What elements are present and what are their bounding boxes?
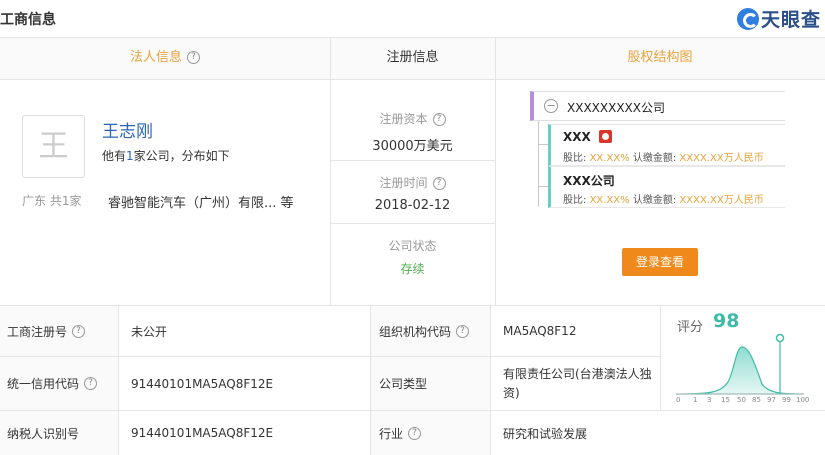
company-type-value: 有限责任公司(台港澳法人独资) bbox=[503, 366, 652, 400]
taxpayer-id-value: 91440101MA5AQ8F12E bbox=[131, 426, 274, 440]
desc-prefix: 他有 bbox=[102, 149, 127, 163]
shareholder-meta: 股比: XX.XX% 认缴金额: XXXX.XX万人民币 bbox=[563, 195, 764, 206]
status-label: 公司状态 bbox=[388, 239, 437, 253]
time-label: 注册时间? bbox=[330, 174, 495, 191]
section-title: 工商信息 bbox=[0, 12, 56, 28]
credit-code-value: 91440101MA5AQ8F12E bbox=[131, 376, 274, 391]
tab-equity-label: 股权结构图 bbox=[627, 50, 693, 65]
company-type-label: 公司类型 bbox=[371, 357, 490, 410]
capital-label: 注册资本? bbox=[330, 110, 495, 127]
help-icon[interactable]: ? bbox=[432, 113, 446, 126]
tree-connector bbox=[538, 144, 548, 145]
tree-connector bbox=[538, 186, 548, 187]
divider bbox=[495, 38, 496, 305]
tab-equity-structure[interactable]: 股权结构图 bbox=[495, 38, 825, 79]
help-icon[interactable]: ? bbox=[187, 51, 200, 64]
root-company-name: XXXXXXXXX公司 bbox=[567, 101, 665, 115]
axis-tick: 100 bbox=[796, 396, 810, 404]
company-count: 1 bbox=[126, 149, 134, 163]
help-icon[interactable]: ? bbox=[408, 426, 422, 440]
logo-text: 天眼查 bbox=[760, 9, 821, 31]
divider bbox=[330, 160, 495, 161]
axis-tick: 1 bbox=[693, 396, 698, 404]
shareholder-name: XXX公司 bbox=[563, 174, 615, 188]
seal-icon bbox=[599, 130, 612, 143]
related-company-link[interactable]: 睿驰智能汽车（广州）有限... 等 bbox=[108, 192, 294, 211]
header-bar: 工商信息 天眼查 bbox=[0, 0, 825, 38]
tianyancha-logo[interactable]: 天眼查 bbox=[736, 5, 821, 32]
axis-tick: 97 bbox=[767, 396, 776, 404]
shareholder-node[interactable]: XXX公司 股比: XX.XX% 认缴金额: XXXX.XX万人民币 bbox=[548, 166, 785, 208]
score-distribution-chart bbox=[675, 333, 805, 395]
reg-number-value: 未公开 bbox=[131, 324, 168, 339]
help-icon[interactable]: ? bbox=[432, 177, 446, 190]
tab-legal-label: 法人信息 bbox=[129, 50, 182, 65]
axis-tick: 0 bbox=[676, 396, 681, 404]
score-value: 98 bbox=[713, 310, 740, 332]
reg-number-label: 工商注册号? bbox=[0, 306, 118, 356]
shareholder-meta: 股比: XX.XX% 认缴金额: XXXX.XX万人民币 bbox=[563, 153, 764, 164]
avatar: 王 bbox=[22, 115, 85, 178]
shareholder-name: XXX bbox=[563, 130, 591, 144]
login-view-button[interactable]: 登录查看 bbox=[622, 248, 698, 276]
help-icon[interactable]: ? bbox=[84, 377, 98, 390]
org-code-value: MA5AQ8F12 bbox=[503, 324, 577, 338]
tab-legal-info[interactable]: 法人信息? bbox=[0, 38, 330, 79]
logo-icon bbox=[736, 7, 759, 30]
collapse-icon[interactable]: − bbox=[544, 99, 558, 113]
region-label: 广东 共1家 bbox=[22, 194, 82, 208]
divider bbox=[330, 223, 495, 224]
help-icon[interactable]: ? bbox=[456, 324, 470, 338]
legal-person-name[interactable]: 王志刚 bbox=[102, 117, 153, 142]
tab-registration-info[interactable]: 注册信息 bbox=[330, 38, 495, 79]
tab-bar: 法人信息? 注册信息 股权结构图 bbox=[0, 38, 825, 80]
status-value: 存续 bbox=[400, 262, 425, 276]
industry-value: 研究和试验发展 bbox=[503, 426, 588, 441]
credit-code-label: 统一信用代码? bbox=[0, 357, 118, 410]
axis-tick: 50 bbox=[737, 396, 746, 404]
org-code-label: 组织机构代码? bbox=[371, 306, 490, 356]
axis-tick: 3 bbox=[707, 396, 712, 404]
industry-label: 行业? bbox=[371, 411, 490, 455]
distribution-curve bbox=[675, 346, 805, 395]
score-marker-dot bbox=[775, 333, 785, 343]
equity-root-node[interactable]: − XXXXXXXXX公司 bbox=[530, 91, 785, 121]
desc-suffix: 家公司，分布如下 bbox=[133, 149, 230, 163]
legal-person-desc: 他有1家公司，分布如下 bbox=[102, 147, 230, 164]
tab-registration-label: 注册信息 bbox=[386, 50, 439, 65]
axis-tick: 85 bbox=[752, 396, 761, 404]
capital-value: 30000万美元 bbox=[372, 139, 453, 154]
taxpayer-id-label: 纳税人识别号 bbox=[0, 411, 118, 455]
divider bbox=[660, 305, 661, 410]
shareholder-node[interactable]: XXX 股比: XX.XX% 认缴金额: XXXX.XX万人民币 bbox=[548, 124, 785, 166]
tree-connector bbox=[538, 121, 539, 207]
axis-tick: 99 bbox=[782, 396, 791, 404]
help-icon[interactable]: ? bbox=[72, 324, 86, 338]
axis-tick: 15 bbox=[721, 396, 730, 404]
time-value: 2018-02-12 bbox=[374, 198, 451, 213]
